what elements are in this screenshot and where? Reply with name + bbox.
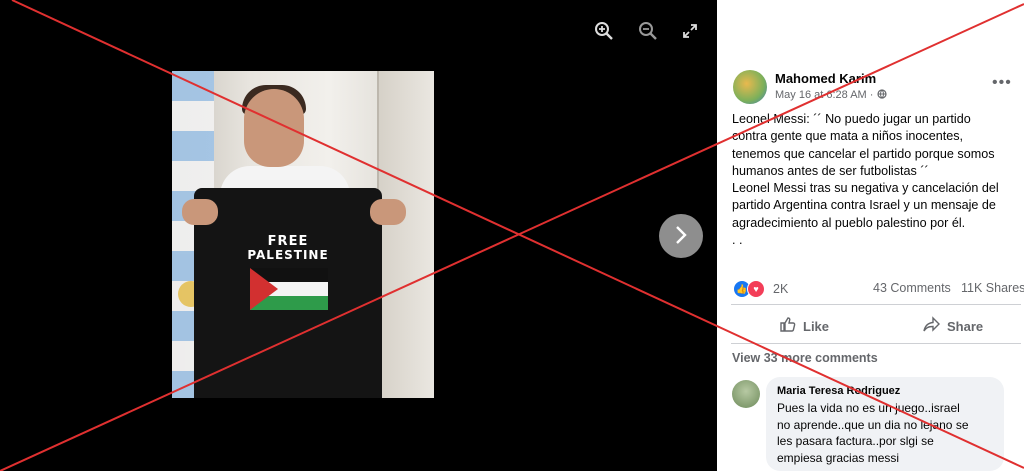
like-button[interactable]: Like: [779, 316, 829, 337]
divider: [731, 343, 1021, 344]
post-meta: May 16 at 6:28 AM ·: [775, 89, 887, 101]
comment-text: Pues la vida no es un juego..israel no a…: [777, 401, 969, 465]
more-options-icon[interactable]: •••: [992, 74, 1012, 92]
chevron-right-icon: [674, 221, 688, 252]
post-text: Leonel Messi: ´´ No puedo jugar un parti…: [732, 112, 999, 248]
reactions-summary[interactable]: 👍 ♥ 2K: [733, 280, 788, 298]
share-button[interactable]: Share: [923, 316, 983, 337]
shirt-text-line1: FREE: [267, 234, 309, 249]
zoom-in-icon[interactable]: [590, 17, 618, 45]
palestine-flag: [250, 268, 328, 310]
post-author[interactable]: Mahomed Karim: [775, 71, 876, 86]
background-door: [377, 71, 434, 398]
post-date[interactable]: May 16 at 6:28 AM: [775, 89, 867, 101]
comment-author[interactable]: Maria Teresa Rodriguez: [777, 385, 900, 397]
author-avatar[interactable]: [733, 70, 767, 104]
thumbs-up-icon: [779, 316, 796, 337]
post-side-panel: Mahomed Karim May 16 at 6:28 AM · ••• Le…: [717, 0, 1024, 471]
left-hand: [182, 199, 218, 225]
divider: [731, 304, 1021, 305]
shirt-text-line2: PALESTINE: [247, 248, 329, 262]
commenter-avatar[interactable]: [732, 380, 760, 408]
fullscreen-icon[interactable]: [676, 17, 704, 45]
right-hand: [370, 199, 406, 225]
reactions-count: 2K: [773, 282, 789, 296]
black-tshirt: FREE PALESTINE: [194, 188, 382, 398]
share-arrow-icon: [923, 316, 940, 337]
comment-bubble: Maria Teresa Rodriguez Pues la vida no e…: [766, 377, 1004, 471]
shares-count[interactable]: 11K Shares: [961, 281, 1024, 295]
view-more-comments-link[interactable]: View 33 more comments: [732, 351, 878, 365]
next-photo-button[interactable]: [659, 214, 703, 258]
person-head: [244, 89, 304, 167]
photo-viewer: FREE PALESTINE: [0, 0, 717, 471]
comments-count[interactable]: 43 Comments: [873, 281, 951, 295]
share-label: Share: [947, 319, 984, 334]
post-photo[interactable]: FREE PALESTINE: [172, 71, 434, 398]
love-reaction-icon: ♥: [747, 280, 765, 298]
like-label: Like: [803, 319, 830, 334]
zoom-out-icon[interactable]: [634, 17, 662, 45]
globe-icon: [876, 89, 887, 101]
